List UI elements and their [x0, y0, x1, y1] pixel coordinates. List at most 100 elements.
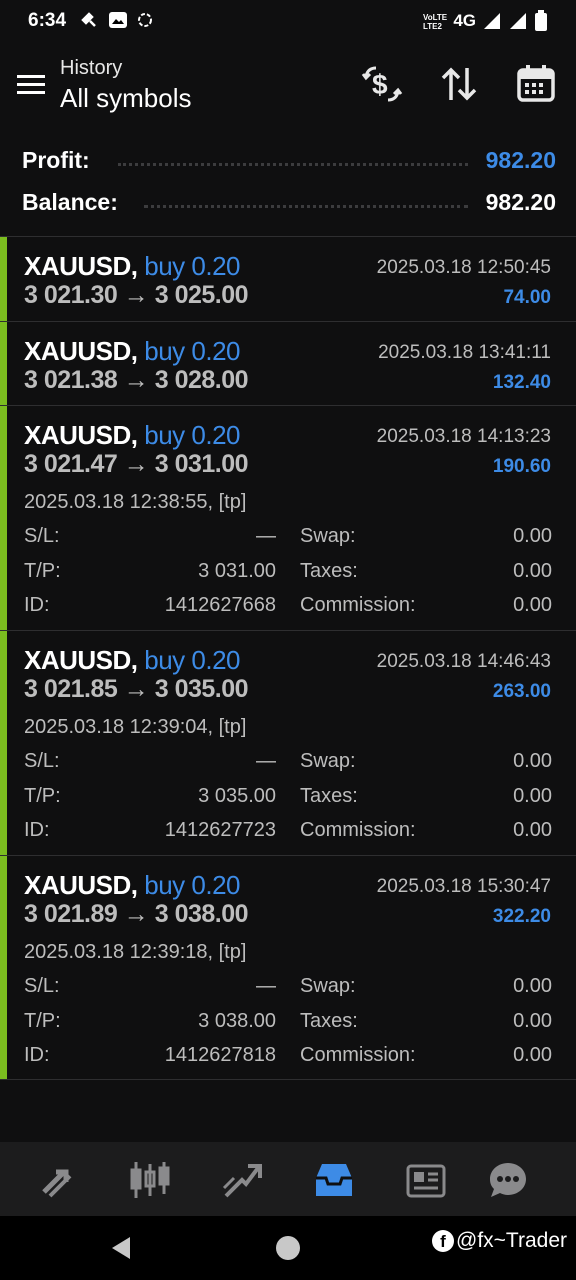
- open-price: 3 021.47: [24, 450, 118, 478]
- status-right-icons: VoLTE LTE2 4G: [423, 10, 548, 32]
- id-label: ID:: [24, 1044, 50, 1066]
- commission-label: Commission:: [300, 594, 416, 616]
- open-price: 3 021.30: [24, 281, 118, 309]
- tp-label: T/P:: [24, 560, 61, 582]
- list-item[interactable]: XAUUSD, buy 0.20 3 021.38 → 3 028.00 202…: [0, 321, 576, 405]
- close-price: 3 025.00: [154, 281, 249, 309]
- open-time: 2025.03.18 12:39:18, [tp]: [24, 941, 247, 963]
- home-button[interactable]: [276, 1236, 300, 1260]
- taxes-value: 0.00: [513, 560, 552, 582]
- header-subtitle: History: [60, 57, 123, 79]
- taxes-label: Taxes:: [300, 560, 358, 582]
- chart-icon[interactable]: [128, 1158, 172, 1202]
- leader-dots: [144, 205, 468, 208]
- volte-icon: VoLTELTE2: [423, 13, 447, 31]
- taxes-label: Taxes:: [300, 785, 358, 807]
- network-type: 4G: [453, 11, 476, 30]
- notification-icons: [80, 11, 154, 29]
- deal-prices: 3 021.89 → 3 038.00: [24, 900, 249, 929]
- deal-profit: 322.20: [492, 906, 551, 927]
- chat-icon[interactable]: [486, 1158, 530, 1202]
- swap-value: 0.00: [513, 975, 552, 997]
- buy-indicator: [0, 406, 7, 630]
- deal-profit: 263.00: [492, 681, 551, 702]
- news-icon[interactable]: [404, 1158, 448, 1202]
- sl-label: S/L:: [24, 525, 60, 547]
- sl-value: —: [256, 525, 276, 547]
- tp-value: 3 035.00: [198, 785, 276, 807]
- history-icon[interactable]: [312, 1158, 356, 1202]
- page-title[interactable]: All symbols: [60, 83, 191, 114]
- buy-indicator: [0, 631, 7, 855]
- sl-value: —: [256, 750, 276, 772]
- deal-type: buy 0.20: [144, 420, 240, 450]
- close-time: 2025.03.18 13:41:11: [378, 342, 551, 363]
- sort-icon[interactable]: [437, 62, 481, 106]
- id-commission-row: ID: 1412627818 Commission: 0.00: [24, 1044, 552, 1070]
- deals-list: XAUUSD, buy 0.20 3 021.30 → 3 025.00 202…: [0, 236, 576, 1080]
- deal-type: buy 0.20: [144, 645, 240, 675]
- deal-symbol: XAUUSD,: [24, 870, 138, 900]
- close-price: 3 031.00: [154, 450, 249, 478]
- price-arrow: →: [123, 281, 149, 309]
- tp-taxes-row: T/P: 3 038.00 Taxes: 0.00: [24, 1010, 552, 1036]
- open-price: 3 021.38: [24, 366, 118, 394]
- calendar-icon[interactable]: [514, 62, 558, 106]
- quotes-icon[interactable]: [36, 1158, 80, 1202]
- id-commission-row: ID: 1412627723 Commission: 0.00: [24, 819, 552, 845]
- sl-value: —: [256, 975, 276, 997]
- watermark: f @fx~Trader: [432, 1229, 567, 1253]
- status-time: 6:34: [28, 10, 67, 31]
- tp-label: T/P:: [24, 1010, 61, 1032]
- deal-symbol-line: XAUUSD, buy 0.20: [24, 420, 240, 451]
- currency-exchange-icon[interactable]: $: [360, 62, 404, 106]
- signal-icon: [484, 13, 500, 29]
- close-price: 3 028.00: [154, 366, 249, 394]
- deal-profit: 132.40: [492, 372, 551, 393]
- price-arrow: →: [123, 366, 149, 394]
- close-price: 3 038.00: [154, 900, 249, 928]
- deal-type: buy 0.20: [144, 870, 240, 900]
- deal-symbol-line: XAUUSD, buy 0.20: [24, 251, 240, 282]
- balance-value: 982.20: [485, 189, 556, 215]
- open-time: 2025.03.18 12:38:55, [tp]: [24, 491, 247, 513]
- close-price: 3 035.00: [154, 675, 249, 703]
- trade-icon[interactable]: [220, 1158, 264, 1202]
- list-item[interactable]: XAUUSD, buy 0.20 3 021.30 → 3 025.00 202…: [0, 236, 576, 321]
- list-item[interactable]: XAUUSD, buy 0.20 3 021.85 → 3 035.00 202…: [0, 630, 576, 855]
- close-time: 2025.03.18 14:46:43: [376, 651, 551, 672]
- leader-dots: [118, 163, 468, 166]
- commission-value: 0.00: [513, 594, 552, 616]
- swap-label: Swap:: [300, 525, 356, 547]
- status-bar: 6:34 VoLTE LTE2 4G: [0, 0, 576, 44]
- back-icon[interactable]: [108, 1234, 136, 1262]
- open-price: 3 021.85: [24, 675, 118, 703]
- tp-label: T/P:: [24, 785, 61, 807]
- svg-text:$: $: [372, 69, 388, 100]
- taxes-value: 0.00: [513, 1010, 552, 1032]
- sl-label: S/L:: [24, 975, 60, 997]
- id-commission-row: ID: 1412627668 Commission: 0.00: [24, 594, 552, 620]
- deal-symbol-line: XAUUSD, buy 0.20: [24, 645, 240, 676]
- menu-icon[interactable]: [14, 68, 48, 102]
- commission-value: 0.00: [513, 1044, 552, 1066]
- svg-text:LTE2: LTE2: [423, 22, 443, 31]
- commission-value: 0.00: [513, 819, 552, 841]
- watermark-text: @fx~Trader: [456, 1229, 567, 1252]
- account-summary: Profit: 982.20 Balance: 982.20: [0, 138, 576, 236]
- deal-type: buy 0.20: [144, 251, 240, 281]
- list-item[interactable]: XAUUSD, buy 0.20 3 021.89 → 3 038.00 202…: [0, 855, 576, 1080]
- deal-symbol-line: XAUUSD, buy 0.20: [24, 870, 240, 901]
- swap-label: Swap:: [300, 975, 356, 997]
- list-item[interactable]: XAUUSD, buy 0.20 3 021.47 → 3 031.00 202…: [0, 405, 576, 630]
- deal-profit: 74.00: [503, 287, 551, 308]
- tp-taxes-row: T/P: 3 031.00 Taxes: 0.00: [24, 560, 552, 586]
- sync-notification-icon: [136, 11, 154, 29]
- id-label: ID:: [24, 594, 50, 616]
- id-value: 1412627668: [164, 594, 276, 616]
- price-arrow: →: [123, 675, 149, 703]
- swap-value: 0.00: [513, 525, 552, 547]
- deal-profit: 190.60: [492, 456, 551, 477]
- buy-indicator: [0, 322, 7, 405]
- taxes-value: 0.00: [513, 785, 552, 807]
